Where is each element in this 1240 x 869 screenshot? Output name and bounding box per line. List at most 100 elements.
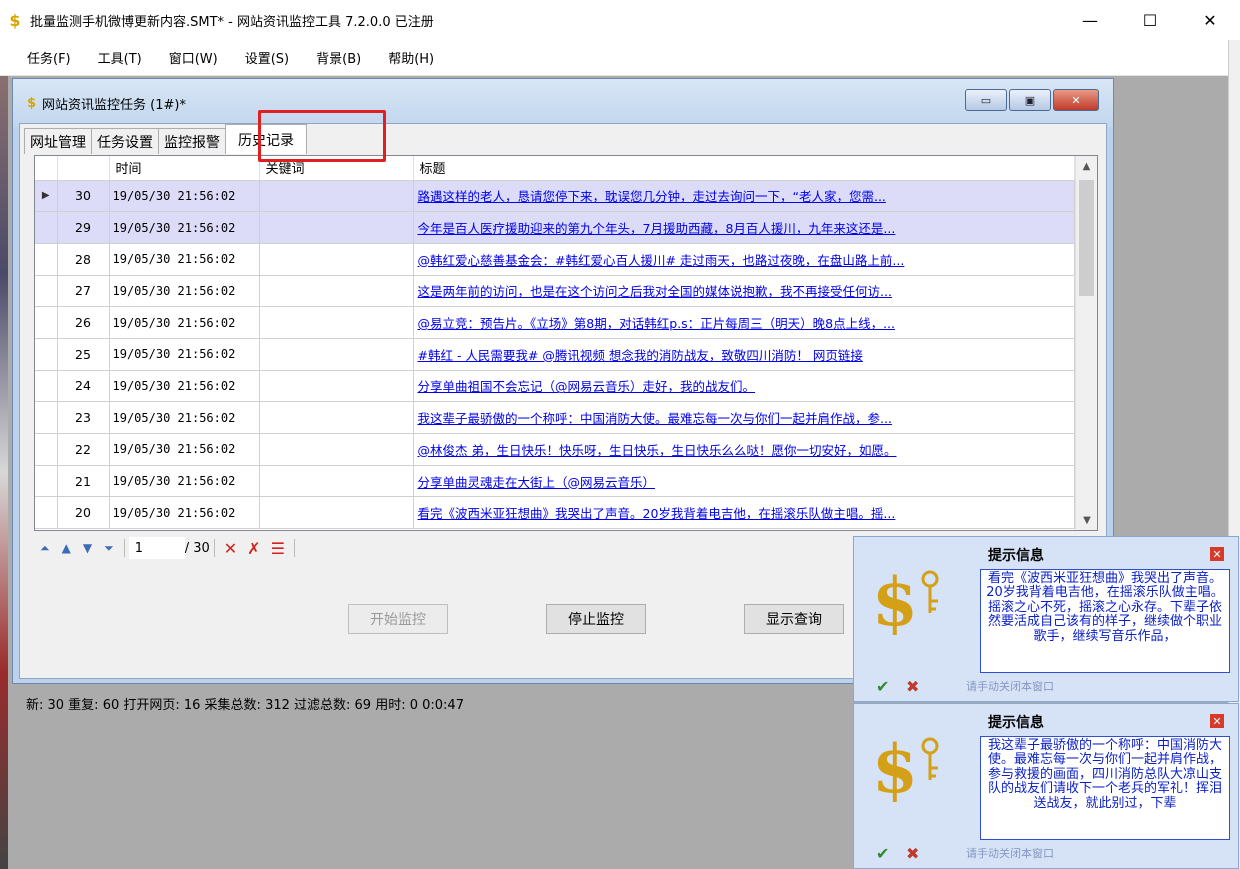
row-keyword bbox=[259, 243, 414, 276]
row-title-link[interactable]: 我这辈子最骄傲的一个称呼：中国消防大使。最难忘每一次与你们一起并肩作战，参... bbox=[418, 411, 892, 426]
window-title: 批量监测手机微博更新内容.SMT* - 网站资讯监控工具 7.2.0.0 已注册 bbox=[30, 14, 434, 30]
menu-settings[interactable]: 设置(S) bbox=[245, 48, 289, 67]
show-query-button[interactable]: 显示查询 bbox=[744, 604, 844, 634]
header-keyword[interactable]: 关键词 bbox=[259, 156, 414, 181]
menu-window[interactable]: 窗口(W) bbox=[169, 48, 218, 67]
table-row[interactable]: 20 19/05/30 21:56:02 看完《波西米亚狂想曲》我哭出了声音。2… bbox=[35, 496, 1075, 530]
move-top-icon[interactable]: ⏶ bbox=[40, 541, 50, 556]
row-time: 19/05/30 21:56:02 bbox=[109, 338, 260, 371]
row-current-indicator: ▶ bbox=[35, 180, 58, 213]
row-time: 19/05/30 21:56:02 bbox=[109, 401, 260, 434]
row-indicator bbox=[35, 338, 58, 371]
scroll-thumb[interactable] bbox=[1079, 180, 1094, 296]
table-row[interactable]: 25 19/05/30 21:56:02 #韩红 - 人民需要我# @腾讯视频 … bbox=[35, 338, 1075, 371]
maximize-button[interactable]: ☐ bbox=[1120, 0, 1180, 40]
page-number-input[interactable]: 1 bbox=[128, 537, 185, 559]
row-title-link[interactable]: @林俊杰 弟，生日快乐！快乐呀，生日快乐，生日快乐么么哒！愿你一切安好，如愿。 bbox=[418, 443, 897, 458]
menu-task[interactable]: 任务(F) bbox=[27, 48, 71, 67]
row-keyword bbox=[259, 211, 414, 244]
popup-hint: 请手动关闭本窗口 bbox=[966, 847, 1054, 860]
row-time: 19/05/30 21:56:02 bbox=[109, 465, 260, 498]
scroll-down-icon[interactable]: ▼ bbox=[1076, 510, 1097, 530]
move-down-icon[interactable]: ▼ bbox=[83, 541, 92, 555]
row-number: 22 bbox=[57, 433, 110, 466]
menu-tools[interactable]: 工具(T) bbox=[98, 48, 142, 67]
table-row[interactable]: 26 19/05/30 21:56:02 @易立竞：预告片。《立场》第8期，对话… bbox=[35, 306, 1075, 339]
close-button[interactable]: ✕ bbox=[1180, 0, 1240, 40]
popup-close-icon[interactable]: ✕ bbox=[1210, 714, 1224, 728]
app-dollar-icon: $ bbox=[9, 10, 21, 30]
row-title-link[interactable]: 分享单曲灵魂走在大街上（@网易云音乐） bbox=[418, 475, 656, 490]
grid-header-row: 时间 关键词 标题 bbox=[35, 156, 1075, 181]
table-row[interactable]: ▶ 30 19/05/30 21:56:02 路遇这样的老人，恳请您停下来，耽误… bbox=[35, 180, 1075, 213]
child-titlebar: $ 网站资讯监控任务 (1#)* bbox=[13, 79, 1113, 127]
row-title-cell: 分享单曲祖国不会忘记（@网易云音乐）走好，我的战友们。 bbox=[413, 370, 1075, 403]
history-table: 时间 关键词 标题 ▶ 30 19/05/30 21:56:02 路遇这样的老人… bbox=[35, 156, 1075, 530]
tab-task-settings[interactable]: 任务设置 bbox=[91, 128, 159, 154]
menu-bar: 任务(F) 工具(T) 窗口(W) 设置(S) 背景(B) 帮助(H) bbox=[0, 40, 1240, 76]
tab-monitor-alarm[interactable]: 监控报警 bbox=[158, 128, 226, 154]
move-bottom-icon[interactable]: ⏷ bbox=[104, 541, 114, 556]
row-title-link[interactable]: @韩红爱心慈善基金会：#韩红爱心百人援川# 走过雨天，也路过夜晚，在盘山路上前.… bbox=[418, 253, 905, 268]
stop-monitor-button[interactable]: 停止监控 bbox=[546, 604, 646, 634]
table-row[interactable]: 23 19/05/30 21:56:02 我这辈子最骄傲的一个称呼：中国消防大使… bbox=[35, 401, 1075, 434]
start-monitor-button[interactable]: 开始监控 bbox=[348, 604, 448, 634]
row-time: 19/05/30 21:56:02 bbox=[109, 211, 260, 244]
navigator-separator bbox=[293, 539, 295, 557]
popup-confirm-icon[interactable]: ✔ bbox=[876, 677, 889, 696]
row-title-link[interactable]: 分享单曲祖国不会忘记（@网易云音乐）走好，我的战友们。 bbox=[418, 379, 756, 394]
row-keyword bbox=[259, 401, 414, 434]
status-bar: 新: 30 重复: 60 打开网页: 16 采集总数: 312 过滤总数: 69… bbox=[26, 698, 464, 713]
child-title: 网站资讯监控任务 (1#)* bbox=[42, 97, 186, 113]
row-title-cell: #韩红 - 人民需要我# @腾讯视频 想念我的消防战友，致敬四川消防！ 网页链接 bbox=[413, 338, 1075, 371]
tab-history[interactable]: 历史记录 bbox=[225, 124, 307, 154]
menu-help[interactable]: 帮助(H) bbox=[388, 48, 434, 67]
row-keyword bbox=[259, 370, 414, 403]
popup-dismiss-icon[interactable]: ✖ bbox=[906, 677, 919, 696]
child-window-controls: ▭ ▣ ✕ bbox=[965, 89, 1099, 111]
tab-url-manage[interactable]: 网址管理 bbox=[24, 128, 92, 154]
row-title-link[interactable]: 看完《波西米亚狂想曲》我哭出了声音。20岁我背着电吉他，在摇滚乐队做主唱。摇..… bbox=[418, 506, 896, 521]
child-minimize-button[interactable]: ▭ bbox=[965, 89, 1007, 111]
popup-close-icon[interactable]: ✕ bbox=[1210, 547, 1224, 561]
row-keyword bbox=[259, 465, 414, 498]
row-title-cell: @韩红爱心慈善基金会：#韩红爱心百人援川# 走过雨天，也路过夜晚，在盘山路上前.… bbox=[413, 243, 1075, 276]
table-row[interactable]: 28 19/05/30 21:56:02 @韩红爱心慈善基金会：#韩红爱心百人援… bbox=[35, 243, 1075, 276]
menu-background[interactable]: 背景(B) bbox=[316, 48, 361, 67]
row-title-link[interactable]: 路遇这样的老人，恳请您停下来，耽误您几分钟，走过去询问一下，“老人家，您需... bbox=[418, 189, 886, 204]
grid-vertical-scrollbar[interactable]: ▲ ▼ bbox=[1075, 156, 1097, 530]
row-time: 19/05/30 21:56:02 bbox=[109, 433, 260, 466]
row-time: 19/05/30 21:56:02 bbox=[109, 306, 260, 339]
popup-title: 提示信息 bbox=[988, 715, 1044, 731]
popup-message: 我这辈子最骄傲的一个称呼：中国消防大使。最难忘每一次与你们一起并肩作战，参与救援… bbox=[980, 736, 1230, 840]
scroll-up-icon[interactable]: ▲ bbox=[1076, 156, 1097, 176]
header-time[interactable]: 时间 bbox=[109, 156, 260, 181]
row-number: 27 bbox=[57, 275, 110, 308]
child-restore-button[interactable]: ▣ bbox=[1009, 89, 1051, 111]
row-title-cell: 这是两年前的访问，也是在这个访问之后我对全国的媒体说抱歉，我不再接受任何访... bbox=[413, 275, 1075, 308]
table-row[interactable]: 27 19/05/30 21:56:02 这是两年前的访问，也是在这个访问之后我… bbox=[35, 275, 1075, 308]
clear-database-icon[interactable]: ☰ bbox=[271, 539, 285, 558]
table-row[interactable]: 22 19/05/30 21:56:02 @林俊杰 弟，生日快乐！快乐呀，生日快… bbox=[35, 433, 1075, 466]
minimize-button[interactable]: — bbox=[1060, 0, 1120, 40]
popup-confirm-icon[interactable]: ✔ bbox=[876, 844, 889, 863]
row-indicator bbox=[35, 306, 58, 339]
child-close-button[interactable]: ✕ bbox=[1053, 89, 1099, 111]
page-total: / 30 bbox=[184, 540, 210, 556]
row-title-link[interactable]: @易立竞：预告片。《立场》第8期，对话韩红p.s：正片每周三（明天）晚8点上线，… bbox=[418, 316, 896, 331]
row-keyword bbox=[259, 180, 414, 213]
row-indicator bbox=[35, 496, 58, 530]
move-up-icon[interactable]: ▲ bbox=[62, 541, 71, 555]
table-row[interactable]: 29 19/05/30 21:56:02 今年是百人医疗援助迎来的第九个年头，7… bbox=[35, 211, 1075, 244]
notification-popup: $ 提示信息 ✕ 看完《波西米亚狂想曲》我哭出了声音。20岁我背着电吉他，在摇滚… bbox=[853, 536, 1239, 702]
row-number: 24 bbox=[57, 370, 110, 403]
table-row[interactable]: 24 19/05/30 21:56:02 分享单曲祖国不会忘记（@网易云音乐）走… bbox=[35, 370, 1075, 403]
row-title-link[interactable]: 今年是百人医疗援助迎来的第九个年头，7月援助西藏，8月百人援川，九年来这还是..… bbox=[418, 221, 896, 236]
delete-icon[interactable]: ✕ bbox=[224, 539, 237, 558]
popup-dismiss-icon[interactable]: ✖ bbox=[906, 844, 919, 863]
row-title-link[interactable]: 这是两年前的访问，也是在这个访问之后我对全国的媒体说抱歉，我不再接受任何访... bbox=[418, 284, 892, 299]
table-row[interactable]: 21 19/05/30 21:56:02 分享单曲灵魂走在大街上（@网易云音乐） bbox=[35, 465, 1075, 498]
header-title[interactable]: 标题 bbox=[413, 156, 1075, 181]
delete-all-icon[interactable]: ✗ bbox=[247, 539, 260, 558]
row-title-link[interactable]: #韩红 - 人民需要我# @腾讯视频 想念我的消防战友，致敬四川消防！ 网页链接 bbox=[418, 348, 863, 363]
